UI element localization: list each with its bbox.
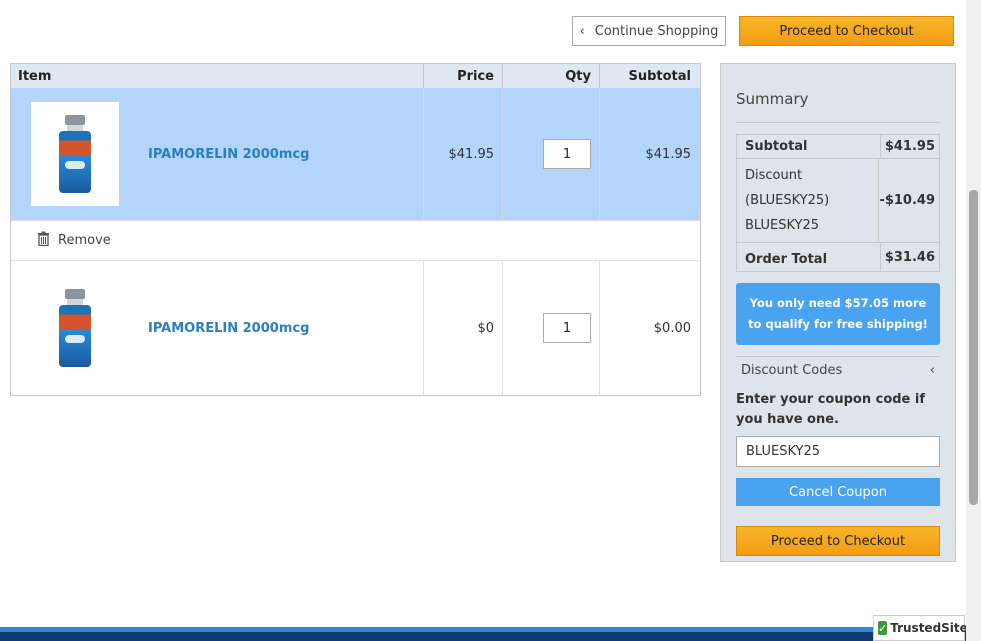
price-cell: $0 (424, 261, 503, 395)
vial-icon (59, 115, 91, 193)
subtotal-label: Subtotal (737, 135, 881, 158)
order-total-label: Order Total (737, 243, 881, 271)
cart-header: Item Price Qty Subtotal (11, 64, 700, 88)
cancel-coupon-button[interactable]: Cancel Coupon (736, 478, 940, 506)
price-cell: $41.95 (424, 88, 503, 220)
quantity-input[interactable]: 1 (543, 139, 591, 169)
summary-title: Summary (736, 64, 940, 123)
order-summary: Summary Subtotal $41.95 Discount (BLUESK… (720, 63, 956, 562)
trash-icon[interactable] (37, 231, 50, 250)
continue-shopping-label: Continue Shopping (594, 23, 719, 39)
check-icon: ✓ (878, 621, 888, 635)
table-row: IPAMORELIN 2000mcg $0 1 $0.00 (11, 260, 700, 395)
cart-table: Item Price Qty Subtotal IPAMORELIN 2000m… (10, 63, 701, 396)
free-shipping-message: You only need $57.05 more to qualify for… (736, 283, 940, 345)
remove-row: Remove (11, 220, 700, 260)
qty-cell: 1 (503, 88, 600, 220)
subtotal-row: Subtotal $41.95 (737, 135, 939, 158)
discount-codes-toggle[interactable]: Discount Codes ‹ (736, 356, 940, 384)
discount-codes-label: Discount Codes (741, 363, 843, 378)
qty-cell: 1 (503, 261, 600, 395)
header-qty: Qty (503, 64, 600, 88)
chevron-left-icon: ‹ (579, 23, 585, 39)
product-image[interactable] (31, 102, 119, 206)
discount-row: Discount (BLUESKY25) BLUESKY25 -$10.49 (737, 158, 939, 242)
quantity-input[interactable]: 1 (543, 313, 591, 343)
vial-icon (59, 289, 91, 367)
order-total-row: Order Total $31.46 (737, 242, 939, 271)
scrollbar[interactable] (966, 0, 981, 641)
footer-bar (0, 627, 966, 641)
top-actions: ‹ Continue Shopping Proceed to Checkout (572, 16, 954, 46)
discount-code: BLUESKY25 (745, 218, 820, 233)
chevron-left-icon: ‹ (929, 363, 935, 378)
continue-shopping-button[interactable]: ‹ Continue Shopping (572, 16, 726, 46)
proceed-to-checkout-button-top[interactable]: Proceed to Checkout (739, 16, 954, 46)
discount-label-cell: Discount (BLUESKY25) BLUESKY25 (737, 159, 880, 242)
header-price: Price (424, 64, 503, 88)
totals-table: Subtotal $41.95 Discount (BLUESKY25) BLU… (736, 134, 940, 272)
subtotal-value: $41.95 (884, 139, 935, 154)
discount-label: Discount (BLUESKY25) (745, 168, 830, 208)
product-name-link[interactable]: IPAMORELIN 2000mcg (148, 321, 309, 336)
discount-value: -$10.49 (879, 193, 935, 208)
item-cell: IPAMORELIN 2000mcg (11, 261, 424, 395)
trustedsite-label: TrustedSite (890, 621, 968, 635)
remove-link[interactable]: Remove (58, 233, 111, 248)
subtotal-cell: $41.95 (645, 146, 692, 162)
order-total-value: $31.46 (884, 249, 935, 265)
trustedsite-badge[interactable]: ✓ TrustedSite (873, 615, 968, 641)
product-image[interactable] (31, 276, 119, 380)
header-item: Item (11, 64, 424, 88)
header-subtotal: Subtotal (628, 68, 691, 84)
product-name-link[interactable]: IPAMORELIN 2000mcg (148, 147, 309, 162)
item-cell: IPAMORELIN 2000mcg (11, 88, 424, 220)
coupon-hint: Enter your coupon code if you have one. (736, 392, 926, 427)
proceed-to-checkout-button[interactable]: Proceed to Checkout (736, 526, 940, 556)
subtotal-cell: $0.00 (653, 320, 691, 336)
table-row: IPAMORELIN 2000mcg $41.95 1 $41.95 (11, 88, 700, 220)
coupon-code-input[interactable]: BLUESKY25 (736, 436, 940, 467)
scrollbar-thumb[interactable] (969, 190, 978, 505)
